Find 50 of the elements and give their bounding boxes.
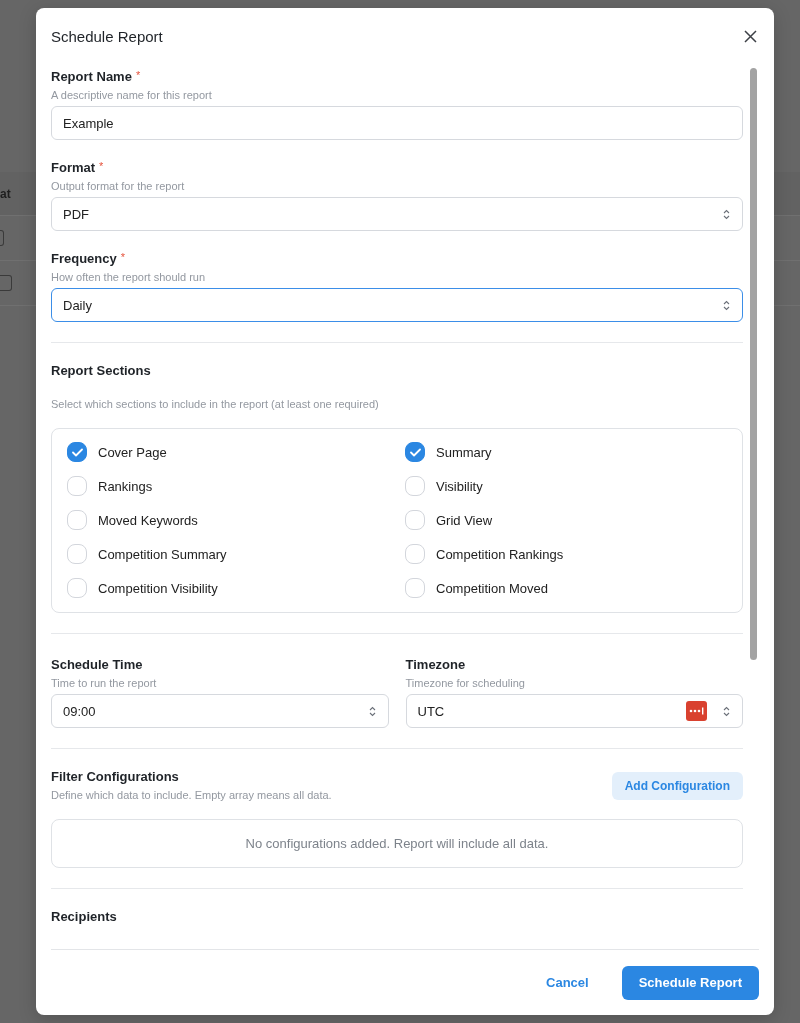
select-field[interactable]: PDF (51, 197, 743, 231)
field-label: Report Name (51, 69, 132, 85)
field-hint: Time to run the report (51, 676, 158, 690)
section-title: Report Sections (51, 363, 152, 379)
updown-chevron-icon (723, 705, 730, 717)
field-label: Schedule Time (51, 657, 143, 673)
required-mark: * (120, 251, 126, 263)
updown-chevron-icon (368, 705, 376, 717)
section-title: Filter Configurations (51, 769, 180, 785)
field-label: Format (51, 160, 96, 176)
cancel-button[interactable]: Cancel (534, 967, 601, 998)
required-mark: * (99, 160, 104, 172)
check-icon (71, 447, 83, 457)
scrollbar-thumb[interactable] (750, 68, 757, 660)
checkbox[interactable] (67, 442, 87, 462)
empty-message: No configurations added. Report will include all data. (245, 836, 549, 851)
checkbox-label[interactable]: Grid View (436, 512, 493, 528)
tag-outline (0, 230, 4, 246)
required-mark: * (135, 69, 141, 81)
field-hint: How often the report should run (51, 270, 207, 284)
close-icon[interactable] (744, 30, 757, 43)
section-hint: Select which sections to include in the report (at least one required) (51, 397, 380, 411)
checkbox-label[interactable]: Competition Visibility (98, 580, 218, 596)
field-hint: Output format for the report (51, 179, 186, 193)
checkbox[interactable] (405, 442, 425, 462)
checkbox-label[interactable]: Moved Keywords (98, 512, 198, 528)
checkbox-label[interactable]: Cover Page (98, 444, 167, 460)
updown-chevron-icon (723, 208, 730, 220)
column-header: at (0, 186, 11, 201)
checkbox-label[interactable]: Summary (436, 444, 492, 460)
field-label: Timezone (405, 657, 466, 673)
checkbox-label[interactable]: Competition Moved (436, 580, 548, 596)
text-field[interactable]: Example (51, 106, 743, 140)
select-field[interactable]: UTC (405, 694, 743, 728)
select-field[interactable]: 09:00 (51, 694, 389, 728)
checkbox-label[interactable]: Rankings (98, 478, 153, 494)
tag-outline (0, 275, 12, 291)
section-title: Recipients (51, 909, 118, 925)
field-hint: Timezone for scheduling (405, 676, 526, 690)
check-icon (409, 447, 421, 457)
submit-button[interactable]: Schedule Report (621, 965, 759, 1000)
updown-chevron-icon (723, 299, 730, 311)
field-hint: A descriptive name for this report (51, 88, 213, 102)
dialog-title: Schedule Report (51, 28, 163, 45)
field-label: Frequency (51, 251, 117, 267)
checkbox-label[interactable]: Competition Rankings (436, 546, 564, 562)
checkbox-label[interactable]: Competition Summary (98, 546, 227, 562)
select-field[interactable]: Daily (51, 288, 743, 322)
checkbox-label[interactable]: Visibility (436, 478, 483, 494)
section-hint: Define which data to include. Empty array means all data. (51, 788, 332, 802)
